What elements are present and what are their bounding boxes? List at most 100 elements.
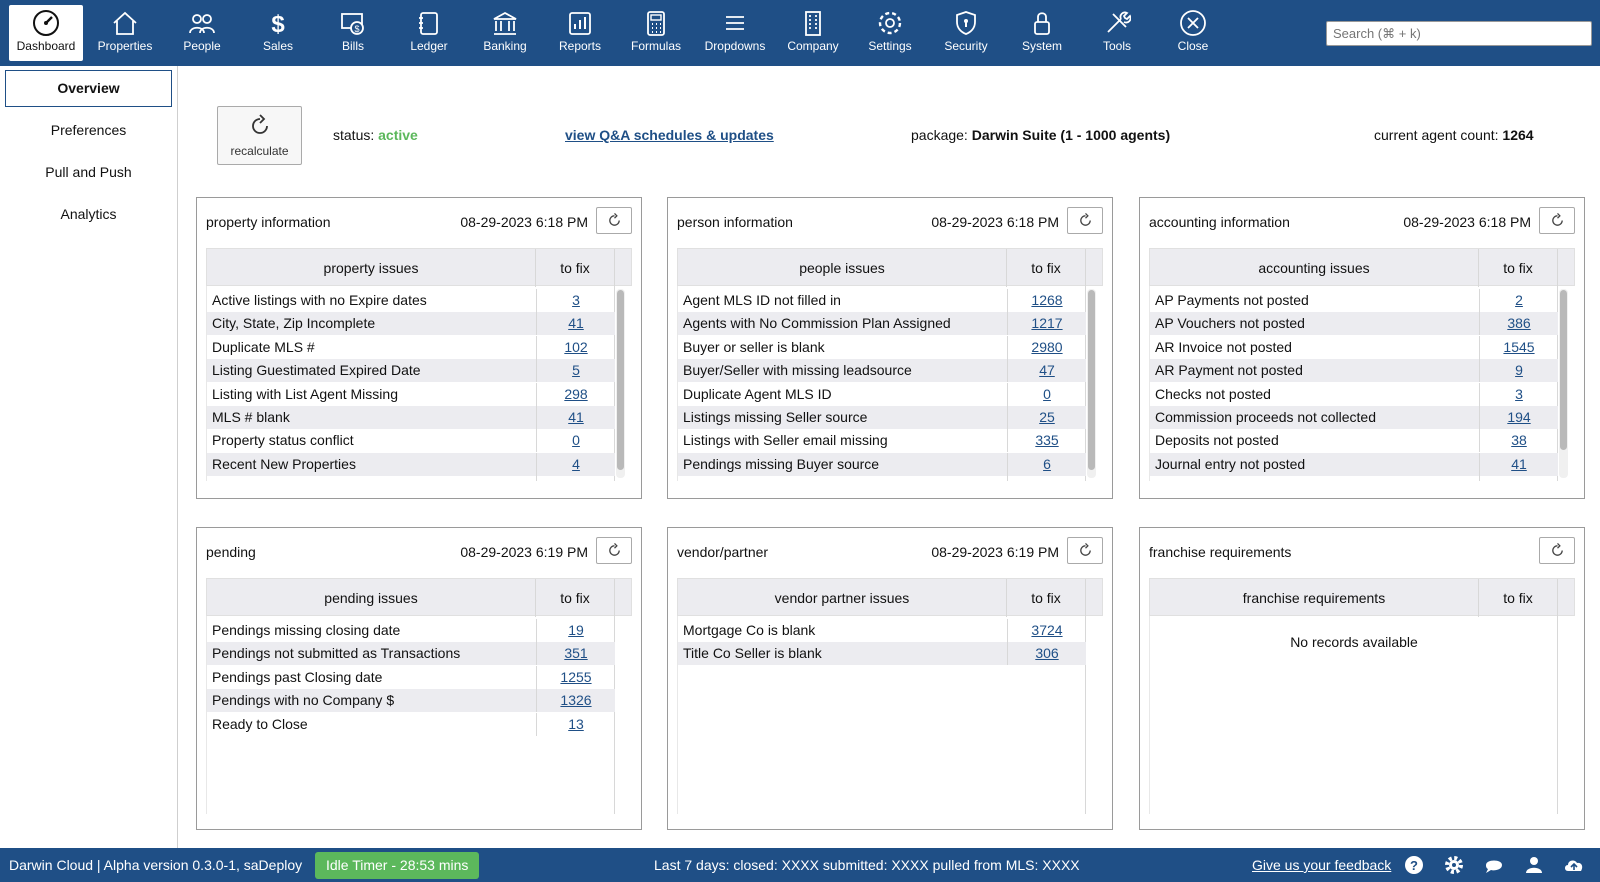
panel-refresh-button[interactable] [1539,207,1575,234]
issue-count-link[interactable]: 4 [572,456,580,472]
issue-count-link[interactable]: 3724 [1031,622,1062,638]
column-header-issues[interactable]: pending issues [207,579,536,617]
panel-refresh-button[interactable] [1067,207,1103,234]
issue-count-link[interactable]: 3 [1515,386,1523,402]
nav-close[interactable]: Close [1156,5,1230,61]
issue-count-link[interactable]: 102 [564,339,587,355]
issue-count-link[interactable]: 2 [1515,292,1523,308]
issue-name: Listings missing Seller source [683,409,868,425]
issue-count-link[interactable]: 0 [572,432,580,448]
scrollbar[interactable] [1087,289,1096,478]
qa-schedules-link[interactable]: view Q&A schedules & updates [565,127,774,143]
scrollbar[interactable] [616,289,625,478]
column-header-issues[interactable]: vendor partner issues [678,579,1007,617]
nav-system[interactable]: System [1005,5,1079,61]
column-header-to-fix[interactable]: to fix [1007,249,1086,287]
issue-count-link[interactable]: 298 [564,386,587,402]
column-header-to-fix[interactable]: to fix [536,249,615,287]
issue-count-link[interactable]: 194 [1507,409,1530,425]
recalculate-button[interactable]: recalculate [217,106,302,165]
sidebar-item-pull-and-push[interactable]: Pull and Push [5,154,172,191]
nav-bills[interactable]: $ Bills [316,5,390,61]
grid-header: people issues to fix [677,248,1103,287]
chat-icon[interactable] [1483,854,1505,876]
issue-count-link[interactable]: 1217 [1031,315,1062,331]
nav-sales[interactable]: $ Sales [241,5,315,61]
issue-count-cell: 0 [536,429,615,453]
column-header-to-fix[interactable]: to fix [1007,579,1086,617]
panel-refresh-button[interactable] [1067,537,1103,564]
panel-property-information: property information 08-29-2023 6:18 PM pr… [196,197,642,499]
issue-count-link[interactable]: 41 [1511,456,1527,472]
column-header-to-fix[interactable]: to fix [1479,249,1558,287]
nav-settings[interactable]: Settings [853,5,927,61]
scrollbar-thumb[interactable] [617,290,624,470]
nav-reports[interactable]: Reports [543,5,617,61]
nav-ledger[interactable]: Ledger [392,5,466,61]
column-header-to-fix[interactable]: to fix [536,579,615,617]
nav-properties[interactable]: Properties [88,5,162,61]
help-icon[interactable]: ? [1403,854,1425,876]
nav-security[interactable]: Security [929,5,1003,61]
issue-count-link[interactable]: 277 [1035,479,1058,481]
issue-count-link[interactable]: 4 [572,479,580,481]
panel-refresh-button[interactable] [596,207,632,234]
issue-name: Property status conflict [212,432,354,449]
issue-count-link[interactable]: 1255 [560,669,591,685]
nav-banking[interactable]: Banking [468,5,542,61]
issue-count-cell: 1545 [1479,335,1558,359]
issue-count-link[interactable]: 41 [568,315,584,331]
column-header-issues[interactable]: franchise requirements [1150,579,1479,617]
issue-count-link[interactable]: 19 [568,622,584,638]
issue-count-link[interactable]: 231 [1507,479,1530,481]
issue-count-link[interactable]: 1326 [560,692,591,708]
issue-count-link[interactable]: 335 [1035,432,1058,448]
user-icon[interactable] [1523,854,1545,876]
panel-refresh-button[interactable] [1539,537,1575,564]
column-header-issues[interactable]: property issues [207,249,536,287]
issue-count-link[interactable]: 0 [1043,386,1051,402]
nav-tools[interactable]: Tools [1080,5,1154,61]
top-nav: Dashboard Properties People $ Sales $ Bi… [0,0,1600,66]
search-input[interactable] [1326,21,1592,46]
column-header-to-fix[interactable]: to fix [1479,579,1558,617]
issue-count-link[interactable]: 306 [1035,645,1058,661]
issue-count-link[interactable]: 351 [564,645,587,661]
panel-pending: pending 08-29-2023 6:19 PM pending issues t… [196,527,642,830]
issue-count-link[interactable]: 38 [1511,432,1527,448]
feedback-link[interactable]: Give us your feedback [1252,857,1391,873]
issue-name: Mortgage Co is blank [683,622,816,638]
issue-count-link[interactable]: 9 [1515,362,1523,378]
issue-count-link[interactable]: 386 [1507,315,1530,331]
issue-count-link[interactable]: 47 [1039,362,1055,378]
issue-count-link[interactable]: 3 [572,292,580,308]
issue-count-link[interactable]: 5 [572,362,580,378]
nav-dashboard[interactable]: Dashboard [9,5,83,61]
nav-people[interactable]: People [165,5,239,61]
issue-count-link[interactable]: 41 [568,409,584,425]
issue-count-cell: 298 [536,382,615,406]
scrollbar-thumb[interactable] [1560,290,1567,450]
scrollbar[interactable] [1559,289,1568,478]
issue-count-link[interactable]: 1268 [1031,292,1062,308]
panel-refresh-button[interactable] [596,537,632,564]
issue-count-link[interactable]: 25 [1039,409,1055,425]
issue-name: City, State, Zip Incomplete [212,315,376,332]
sidebar-item-preferences[interactable]: Preferences [5,112,172,149]
issue-name: AR Payment not posted [1155,362,1303,379]
sidebar-item-analytics[interactable]: Analytics [5,196,172,233]
scrollbar-thumb[interactable] [1088,290,1095,470]
issue-count-link[interactable]: 6 [1043,456,1051,472]
column-header-issues[interactable]: accounting issues [1150,249,1479,287]
issue-count-link[interactable]: 13 [568,716,584,732]
sidebar-item-overview[interactable]: Overview [5,70,172,107]
issue-count-link[interactable]: 2980 [1031,339,1062,355]
gear-icon[interactable] [1443,854,1465,876]
cloud-upload-icon[interactable] [1563,854,1585,876]
nav-dropdowns[interactable]: Dropdowns [698,5,772,61]
nav-formulas[interactable]: Formulas [619,5,693,61]
nav-company[interactable]: Company [776,5,850,61]
refresh-icon [608,543,620,556]
column-header-issues[interactable]: people issues [678,249,1007,287]
issue-count-link[interactable]: 1545 [1503,339,1534,355]
